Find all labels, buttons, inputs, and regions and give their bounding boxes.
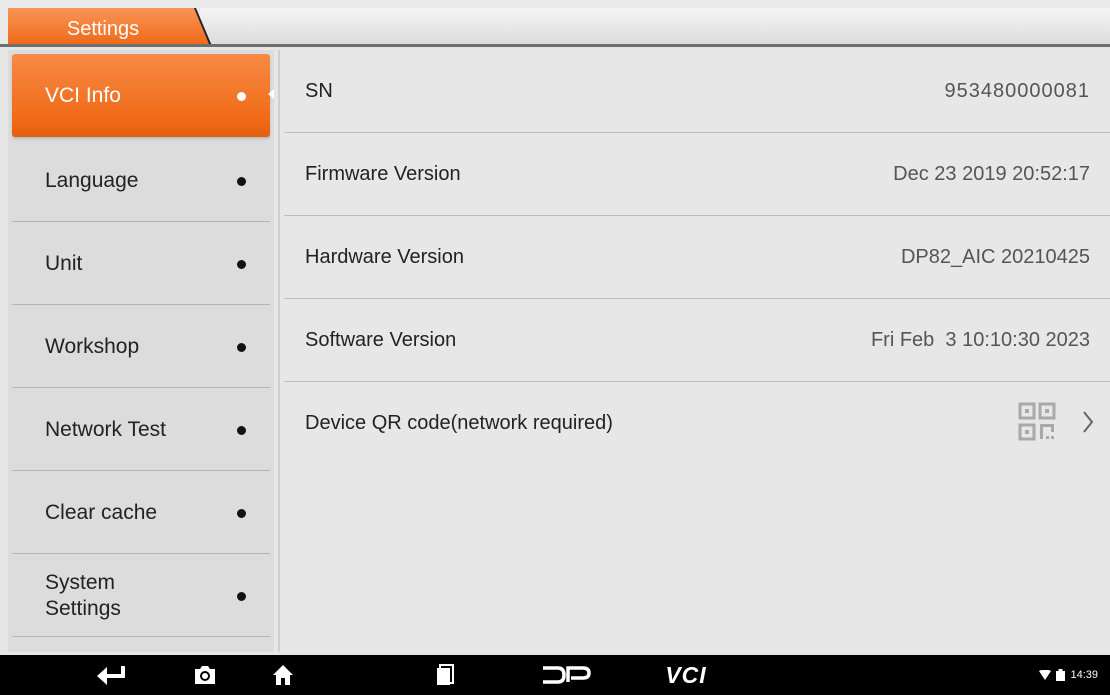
back-button[interactable] (88, 655, 134, 695)
vci-icon: VCI (665, 661, 707, 688)
recent-apps-button[interactable] (422, 655, 468, 695)
sidebar-item-label: Network Test (45, 417, 166, 441)
info-row-software: Software Version Fri Feb 3 10:10:30 2023 (280, 299, 1110, 382)
bullet-dot-icon (237, 509, 246, 518)
row-label: Hardware Version (305, 246, 464, 268)
active-pointer-icon (268, 89, 274, 99)
settings-sidebar: VCI Info Language Unit Workshop Network … (8, 50, 274, 652)
row-label: Firmware Version (305, 163, 461, 185)
wifi-icon (1039, 670, 1052, 680)
back-icon (97, 666, 125, 685)
row-label: SN (305, 80, 333, 102)
bullet-dot-icon (237, 592, 246, 601)
tab-strip (200, 8, 1110, 44)
row-label: Device QR code(network required) (305, 412, 613, 434)
tab-settings-label: Settings (66, 18, 140, 40)
sidebar-item-language[interactable]: Language (12, 139, 270, 222)
system-nav-bar: VCI 14:39 (0, 655, 1110, 695)
settings-screen: Settings VCI Info Language Unit Workshop… (0, 0, 1110, 695)
sidebar-item-vci-info[interactable]: VCI Info (12, 54, 270, 137)
device-qr-code-row[interactable]: Device QR code(network required) (280, 382, 1110, 465)
sidebar-item-label: VCI Info (45, 83, 121, 107)
sidebar-item-clear-cache[interactable]: Clear cache (12, 471, 270, 554)
row-value: Dec 23 2019 20:52:17 (893, 163, 1090, 185)
sidebar-item-label: Unit (45, 251, 83, 275)
home-icon (273, 665, 293, 685)
dp-button[interactable] (536, 655, 596, 695)
sidebar-item-network-test[interactable]: Network Test (12, 388, 270, 471)
sidebar-item-workshop[interactable]: Workshop (12, 305, 270, 388)
sidebar-item-label: Clear cache (45, 500, 158, 524)
info-row-firmware: Firmware Version Dec 23 2019 20:52:17 (280, 133, 1110, 216)
screenshot-button[interactable] (182, 655, 228, 695)
info-row-sn: SN 953480000081 (280, 50, 1110, 133)
bullet-dot-icon (237, 92, 246, 101)
bullet-dot-icon (237, 260, 246, 269)
tab-settings[interactable]: Settings (8, 8, 213, 46)
qr-code-icon (1018, 402, 1056, 447)
dp-logo-icon (543, 666, 591, 684)
home-button[interactable] (260, 655, 306, 695)
sidebar-item-label: Language (45, 168, 139, 192)
status-area: 14:39 (1039, 655, 1098, 695)
sidebar-item-label: Workshop (45, 334, 140, 358)
sidebar-item-unit[interactable]: Unit (12, 222, 270, 305)
sidebar-item-system-settings[interactable]: System Settings (12, 554, 270, 637)
bullet-dot-icon (237, 177, 246, 186)
row-value: DP82_AIC 20210425 (900, 246, 1090, 268)
bullet-dot-icon (237, 426, 246, 435)
status-time: 14:39 (1070, 669, 1098, 681)
tab-bar-divider (0, 44, 1110, 47)
screenshot-icon (195, 666, 215, 684)
info-row-hardware: Hardware Version DP82_AIC 20210425 (280, 216, 1110, 299)
sidebar-item-label: System Settings (45, 570, 121, 620)
divider (12, 636, 270, 637)
row-value: 953480000081 (944, 80, 1090, 102)
chevron-right-icon (1082, 410, 1094, 439)
recent-apps-icon (437, 664, 454, 685)
vci-button[interactable]: VCI (656, 655, 716, 695)
row-label: Software Version (305, 329, 457, 351)
top-tab-bar: Settings (0, 0, 1110, 47)
battery-icon (1056, 669, 1066, 681)
vci-info-panel: SN 953480000081 Firmware Version Dec 23 … (278, 50, 1110, 652)
bullet-dot-icon (237, 343, 246, 352)
row-value: Fri Feb 3 10:10:30 2023 (870, 329, 1090, 351)
